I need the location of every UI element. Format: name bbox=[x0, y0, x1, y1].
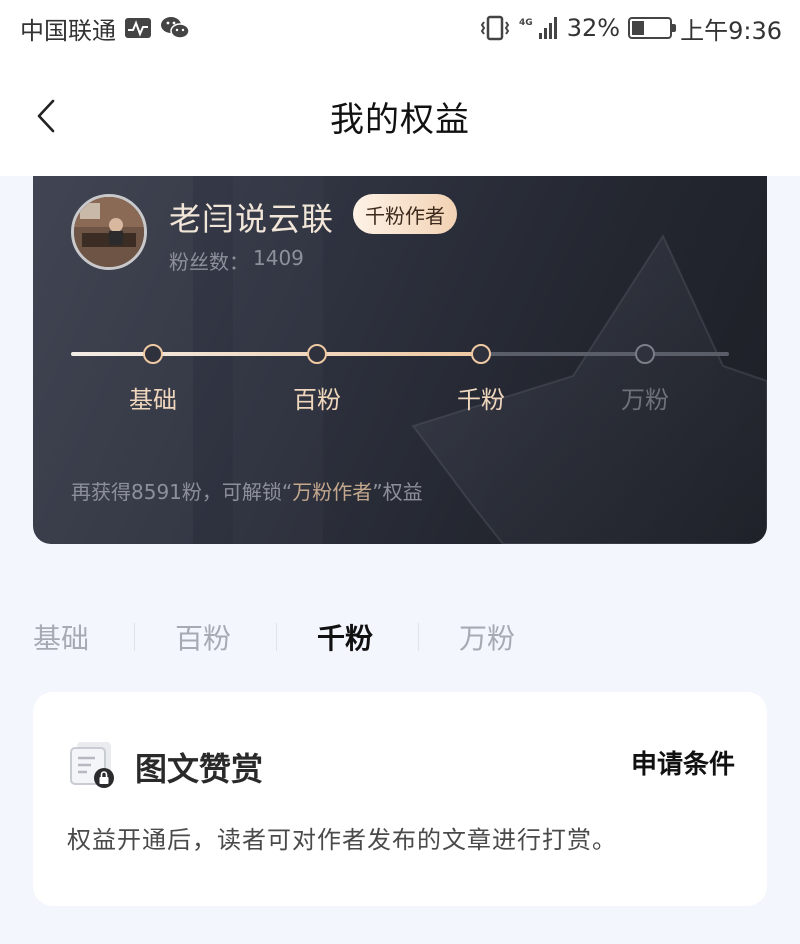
benefit-title: 图文赞赏 bbox=[135, 750, 264, 788]
fans-label: 粉丝数： bbox=[169, 250, 249, 274]
tab-label: 百粉 bbox=[175, 622, 232, 655]
tab-label: 基础 bbox=[33, 622, 90, 655]
level-tabs: 基础 百粉 千粉 万粉 bbox=[33, 612, 601, 662]
tab-level[interactable]: 千粉 bbox=[317, 617, 459, 657]
tab-divider bbox=[134, 623, 135, 651]
author-level-card: 老闫说云联 千粉作者 粉丝数： 1409 基础 百粉 千粉 万粉 再获得8591粉，可… bbox=[33, 176, 767, 544]
tab-level[interactable]: 基础 bbox=[33, 617, 175, 657]
fans-count-row: 粉丝数： 1409 bbox=[169, 246, 304, 275]
level-progress-track bbox=[71, 352, 729, 356]
level-node bbox=[635, 344, 655, 364]
wechat-icon bbox=[160, 15, 190, 41]
avatar[interactable] bbox=[71, 194, 147, 270]
level-node bbox=[143, 344, 163, 364]
level-label: 万粉 bbox=[621, 386, 669, 414]
status-right: 4G 32% 上午9:36 bbox=[479, 11, 782, 46]
benefit-card: 图文赞赏 申请条件 权益开通后，读者可对作者发布的文章进行打赏。 bbox=[33, 692, 767, 906]
chevron-left-icon bbox=[37, 99, 55, 133]
tab-divider bbox=[418, 623, 419, 651]
activity-monitor-icon bbox=[124, 16, 152, 40]
clock: 上午9:36 bbox=[680, 16, 782, 45]
level-label: 百粉 bbox=[293, 386, 341, 414]
unlock-hint: 再获得8591粉，可解锁“万粉作者”权益 bbox=[71, 476, 423, 505]
status-bar: 中国联通 4G 32% 上午9:36 bbox=[0, 0, 800, 56]
nav-bar: 我的权益 bbox=[0, 56, 800, 176]
tab-level[interactable]: 百粉 bbox=[175, 617, 317, 657]
page-title: 我的权益 bbox=[330, 99, 470, 140]
unlock-hint-highlight: 万粉作者 bbox=[292, 480, 373, 504]
fans-count: 1409 bbox=[253, 246, 304, 270]
status-left: 中国联通 bbox=[20, 11, 190, 46]
tab-label: 千粉 bbox=[317, 622, 374, 655]
network-type-label: 4G bbox=[519, 18, 533, 28]
level-label: 千粉 bbox=[457, 386, 505, 414]
image-text-reward-locked-icon bbox=[70, 742, 114, 788]
tab-divider bbox=[276, 623, 277, 651]
unlock-hint-prefix: 再获得8591粉，可解锁“ bbox=[71, 480, 293, 504]
author-level-badge: 千粉作者 bbox=[353, 194, 457, 234]
battery-percent: 32% bbox=[566, 14, 621, 42]
tab-label: 万粉 bbox=[459, 622, 516, 655]
signal-icon: 4G bbox=[519, 15, 559, 41]
apply-conditions-link[interactable]: 申请条件 bbox=[631, 744, 735, 781]
back-button[interactable] bbox=[28, 96, 64, 136]
unlock-hint-suffix: ”权益 bbox=[372, 480, 423, 504]
level-label: 基础 bbox=[129, 386, 177, 414]
level-progress-fill bbox=[71, 352, 481, 356]
carrier-label: 中国联通 bbox=[20, 16, 116, 45]
battery-icon bbox=[628, 17, 677, 39]
tab-level[interactable]: 万粉 bbox=[459, 617, 601, 657]
benefit-description: 权益开通后，读者可对作者发布的文章进行打赏。 bbox=[67, 826, 617, 854]
level-node bbox=[471, 344, 491, 364]
vibrate-icon bbox=[479, 15, 511, 41]
level-node bbox=[307, 344, 327, 364]
author-name: 老闫说云联 bbox=[169, 200, 335, 238]
